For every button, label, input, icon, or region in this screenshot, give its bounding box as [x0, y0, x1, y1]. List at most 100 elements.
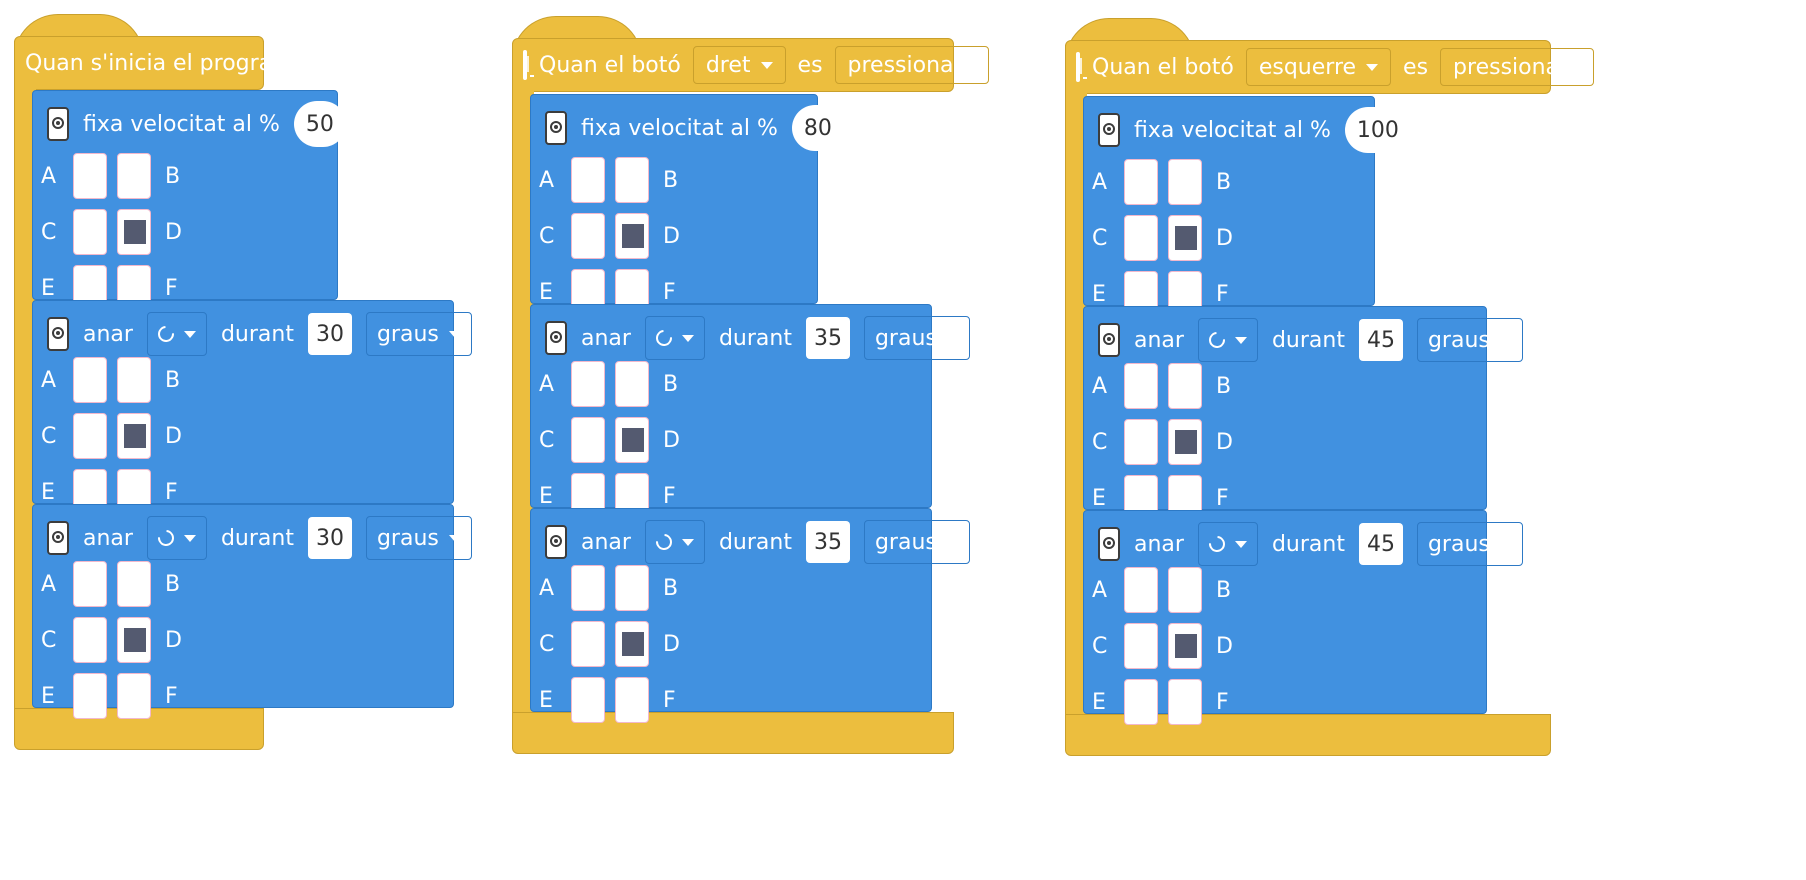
chevron-down-icon — [681, 334, 694, 342]
move-motor-block[interactable]: anar durant 30 graus A B C D E F — [32, 300, 472, 515]
port-cell[interactable] — [1168, 679, 1202, 725]
when-program-starts-hat[interactable]: Quan s'inicia el programa — [14, 36, 307, 90]
port-label: B — [1216, 373, 1232, 399]
port-cell[interactable] — [1168, 159, 1202, 205]
port-cell[interactable] — [571, 361, 605, 407]
unit-dropdown[interactable]: graus — [365, 516, 472, 560]
amount-input[interactable]: 35 — [805, 521, 850, 563]
port-cell[interactable] — [1124, 623, 1158, 669]
port-label: A — [539, 575, 555, 601]
port-cell[interactable] — [1168, 567, 1202, 613]
speed-percent-input[interactable]: 80 — [791, 105, 844, 151]
unit-dropdown[interactable]: graus — [863, 520, 970, 564]
port-cell[interactable] — [615, 417, 649, 463]
port-cell[interactable] — [1124, 159, 1158, 205]
move-motor-block[interactable]: anar durant 35 graus A B C D E F — [530, 304, 970, 519]
port-cell[interactable] — [117, 617, 151, 663]
port-label: B — [165, 571, 181, 597]
unit-dropdown[interactable]: graus — [1416, 318, 1523, 362]
block-label: anar — [1134, 327, 1184, 353]
when-button-pressed-hat[interactable]: Quan el botó dret es pressiona — [512, 38, 989, 92]
block-label: fixa velocitat al % — [581, 115, 778, 141]
unit-dropdown[interactable]: graus — [1416, 522, 1523, 566]
port-label: B — [1216, 577, 1232, 603]
action-dropdown-value: pressiona — [847, 52, 954, 78]
amount-input[interactable]: 45 — [1358, 319, 1403, 361]
port-cell[interactable] — [615, 157, 649, 203]
port-cell[interactable] — [73, 617, 107, 663]
direction-dropdown[interactable] — [146, 312, 207, 356]
move-motor-block[interactable]: anar durant 35 graus A B C D E F — [530, 508, 970, 723]
port-cell[interactable] — [615, 213, 649, 259]
set-speed-block[interactable]: fixa velocitat al % 50 A B C D E F — [32, 90, 346, 311]
port-cell[interactable] — [117, 209, 151, 255]
move-motor-block[interactable]: anar durant 45 graus A B C D E F — [1083, 510, 1523, 725]
port-cell[interactable] — [73, 357, 107, 403]
port-selector: A B C D E F — [1092, 159, 1234, 317]
direction-dropdown[interactable] — [1197, 522, 1258, 566]
port-cell[interactable] — [1124, 679, 1158, 725]
port-cell[interactable] — [117, 561, 151, 607]
port-cell[interactable] — [117, 673, 151, 719]
direction-dropdown[interactable] — [644, 520, 705, 564]
port-label: F — [165, 275, 178, 301]
port-cell[interactable] — [1124, 363, 1158, 409]
port-cell[interactable] — [571, 417, 605, 463]
port-cell[interactable] — [1124, 419, 1158, 465]
port-cell[interactable] — [117, 153, 151, 199]
port-cell[interactable] — [1124, 567, 1158, 613]
port-cell[interactable] — [615, 677, 649, 723]
port-cell[interactable] — [615, 361, 649, 407]
action-dropdown[interactable]: pressiona — [1440, 48, 1595, 86]
block-header: anar durant 30 graus — [47, 516, 472, 560]
port-cell[interactable] — [73, 561, 107, 607]
port-cell[interactable] — [1168, 363, 1202, 409]
block-header: anar durant 35 graus — [545, 316, 970, 360]
port-cell[interactable] — [117, 357, 151, 403]
button-dropdown[interactable]: esquerre — [1245, 48, 1392, 86]
unit-dropdown[interactable]: graus — [863, 316, 970, 360]
set-speed-block[interactable]: fixa velocitat al % 80 A B C D E F — [530, 94, 844, 315]
port-cell[interactable] — [1124, 215, 1158, 261]
unit-dropdown[interactable]: graus — [365, 312, 472, 356]
port-label: A — [1092, 169, 1108, 195]
when-button-pressed-hat[interactable]: Quan el botó esquerre es pressiona — [1065, 40, 1595, 94]
port-cell[interactable] — [571, 157, 605, 203]
chevron-down-icon — [1234, 336, 1247, 344]
move-motor-block[interactable]: anar durant 45 graus A B C D E F — [1083, 306, 1523, 521]
port-label: B — [165, 367, 181, 393]
port-cell[interactable] — [73, 209, 107, 255]
port-cell[interactable] — [117, 413, 151, 459]
amount-input[interactable]: 30 — [307, 517, 352, 559]
speed-percent-input[interactable]: 100 — [1344, 107, 1411, 153]
port-cell[interactable] — [73, 153, 107, 199]
action-dropdown[interactable]: pressiona — [834, 46, 989, 84]
port-cell[interactable] — [571, 677, 605, 723]
port-cell[interactable] — [1168, 215, 1202, 261]
during-label: durant — [718, 529, 792, 555]
move-motor-block[interactable]: anar durant 30 graus A B C D E F — [32, 504, 472, 719]
port-cell[interactable] — [571, 213, 605, 259]
hat-label-mid: es — [797, 52, 823, 78]
port-cell[interactable] — [615, 565, 649, 611]
direction-dropdown[interactable] — [644, 316, 705, 360]
port-cell[interactable] — [615, 621, 649, 667]
set-speed-block[interactable]: fixa velocitat al % 100 A B C D E F — [1083, 96, 1411, 317]
direction-dropdown[interactable] — [1197, 318, 1258, 362]
motor-hub-icon — [47, 317, 69, 351]
port-cell[interactable] — [571, 621, 605, 667]
port-cell[interactable] — [1168, 419, 1202, 465]
amount-input[interactable]: 30 — [307, 313, 352, 355]
port-cell[interactable] — [73, 413, 107, 459]
amount-input[interactable]: 45 — [1358, 523, 1403, 565]
chevron-down-icon — [1366, 63, 1379, 71]
port-cell[interactable] — [73, 673, 107, 719]
rotate-ccw-icon — [1205, 328, 1229, 352]
direction-dropdown[interactable] — [146, 516, 207, 560]
button-dropdown[interactable]: dret — [692, 46, 786, 84]
speed-percent-input[interactable]: 50 — [293, 101, 346, 147]
port-cell[interactable] — [571, 565, 605, 611]
amount-input[interactable]: 35 — [805, 317, 850, 359]
port-label: E — [41, 683, 55, 709]
port-cell[interactable] — [1168, 623, 1202, 669]
